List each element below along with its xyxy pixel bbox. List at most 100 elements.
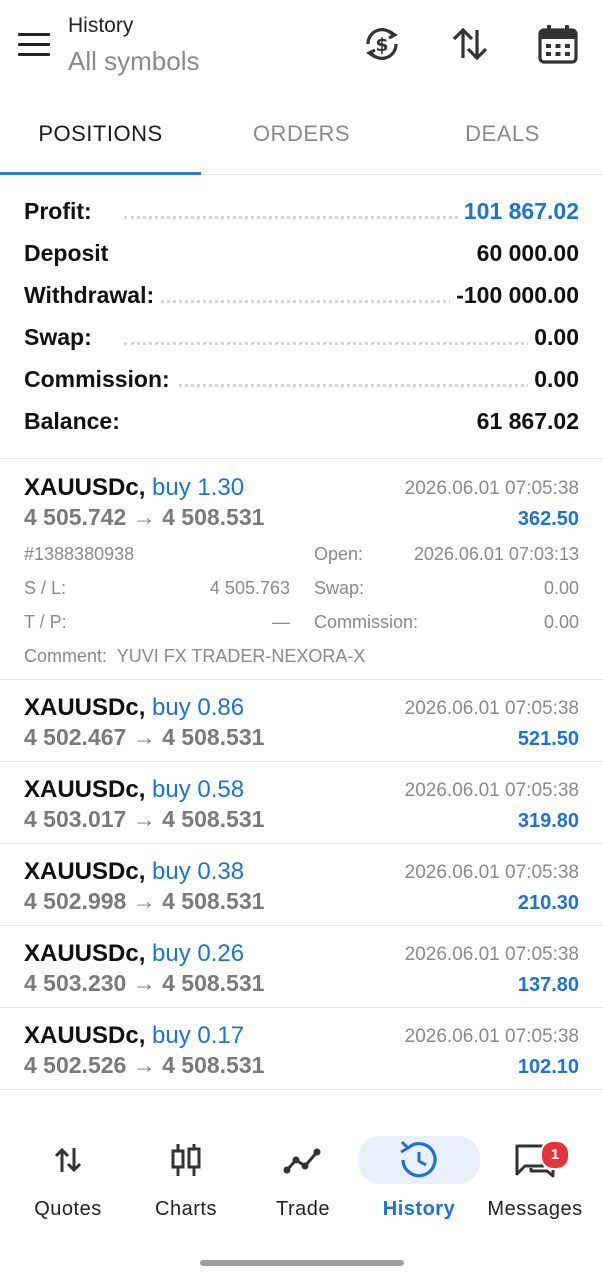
nav-charts[interactable]: Charts <box>127 1128 245 1228</box>
comment-label: Comment: <box>24 646 108 666</box>
summary-row-deposit: Deposit 60 000.00 <box>24 232 579 274</box>
summary-row-swap: Swap: 0.00 <box>24 316 579 358</box>
summary-value: 101 867.02 <box>457 198 579 225</box>
bottom-navigation: Quotes Charts Trade History 1 Messages <box>0 1128 603 1238</box>
calendar-icon[interactable] <box>536 22 580 66</box>
arrow-right-icon: → <box>132 1052 156 1078</box>
comment-value: YUVI FX TRADER-NEXORA-X <box>116 646 366 666</box>
deal-prices: 4 503.017 → 4 508.531 <box>24 806 264 833</box>
summary-label: Commission: <box>24 366 176 393</box>
deal-symbol: XAUUSDc, <box>24 940 146 967</box>
open-label: Open: <box>314 544 364 564</box>
deal-side: buy 0.58 <box>152 776 245 803</box>
currency-refresh-icon[interactable]: $ <box>360 22 404 66</box>
nav-history[interactable]: History <box>358 1128 480 1228</box>
position-item-expanded[interactable]: XAUUSDc, buy 1.30 2026.06.01 07:05:38 4 … <box>0 460 603 680</box>
swap-value: 0.00 <box>543 578 579 598</box>
arrow-right-icon: → <box>132 504 156 530</box>
summary-value: 0.00 <box>528 324 579 351</box>
summary-label: Deposit <box>24 240 115 267</box>
candlestick-icon <box>156 1138 216 1182</box>
deal-symbol-line: XAUUSDc, buy 0.86 <box>24 694 244 722</box>
deal-prices: 4 503.230 → 4 508.531 <box>24 970 264 997</box>
summary-row-profit: Profit: 101 867.02 <box>24 190 579 232</box>
deal-profit: 319.80 <box>517 810 579 832</box>
tab-deals[interactable]: DEALS <box>402 106 603 172</box>
nav-messages[interactable]: 1 Messages <box>476 1128 594 1228</box>
deal-symbol-line: XAUUSDc, buy 1.30 <box>24 474 244 502</box>
deal-time: 2026.06.01 07:05:38 <box>404 862 579 883</box>
deal-profit: 102.10 <box>517 1056 579 1078</box>
nav-trade[interactable]: Trade <box>244 1128 362 1228</box>
swap-label: Swap: <box>314 578 365 598</box>
open-price: 4 502.467 <box>24 724 127 750</box>
summary-value: -100 000.00 <box>450 282 579 309</box>
deal-side: buy 0.38 <box>152 858 245 885</box>
close-price: 4 508.531 <box>162 806 265 832</box>
deal-profit: 137.80 <box>517 974 579 996</box>
summary-label: Withdrawal: <box>24 282 161 309</box>
sl-value: 4 505.763 <box>209 578 290 598</box>
commission-label: Commission: <box>314 612 419 632</box>
position-item[interactable]: XAUUSDc, buy 0.26 2026.06.01 07:05:38 4 … <box>0 926 603 1008</box>
sort-icon[interactable] <box>448 22 492 66</box>
deal-profit: 521.50 <box>517 728 579 750</box>
deal-prices: 4 505.742 → 4 508.531 <box>24 504 264 531</box>
account-summary: Profit: 101 867.02 Deposit 60 000.00 Wit… <box>0 186 603 459</box>
svg-text:$: $ <box>375 34 388 56</box>
open-price: 4 505.742 <box>24 504 127 530</box>
summary-row-withdrawal: Withdrawal: -100 000.00 <box>24 274 579 316</box>
nav-label: History <box>382 1198 456 1220</box>
symbol-filter[interactable]: All symbols <box>68 46 199 77</box>
deal-time: 2026.06.01 07:05:38 <box>404 698 579 719</box>
deal-time: 2026.06.01 07:05:38 <box>404 478 579 499</box>
hamburger-menu-icon[interactable] <box>18 33 50 57</box>
active-tab-indicator <box>0 172 201 175</box>
summary-label: Profit: <box>24 198 98 225</box>
trade-line-icon <box>273 1138 333 1182</box>
summary-value: 60 000.00 <box>470 240 579 267</box>
deal-side: buy 0.86 <box>152 694 245 721</box>
nav-label: Trade <box>275 1198 330 1220</box>
ticket-number: #1388380938 <box>24 544 135 564</box>
app-header: History All symbols $ <box>0 0 603 96</box>
deal-prices: 4 502.526 → 4 508.531 <box>24 1052 264 1079</box>
position-item[interactable]: XAUUSDc, buy 0.58 2026.06.01 07:05:38 4 … <box>0 762 603 844</box>
deal-side: buy 0.26 <box>152 940 245 967</box>
open-price: 4 503.017 <box>24 806 127 832</box>
deal-symbol: XAUUSDc, <box>24 474 146 501</box>
open-time: 2026.06.01 07:03:13 <box>413 544 579 564</box>
home-indicator[interactable] <box>200 1260 404 1266</box>
deal-profit: 362.50 <box>517 508 579 530</box>
summary-row-commission: Commission: 0.00 <box>24 358 579 400</box>
deal-prices: 4 502.998 → 4 508.531 <box>24 888 264 915</box>
tab-positions[interactable]: POSITIONS <box>0 106 201 172</box>
deal-side: buy 1.30 <box>152 474 245 501</box>
deal-time: 2026.06.01 07:05:38 <box>404 944 579 965</box>
summary-label: Balance: <box>24 408 126 435</box>
arrow-right-icon: → <box>132 724 156 750</box>
arrow-right-icon: → <box>132 970 156 996</box>
comment-line: Comment: YUVI FX TRADER-NEXORA-X <box>24 646 365 667</box>
deal-prices: 4 502.467 → 4 508.531 <box>24 724 264 751</box>
summary-value: 0.00 <box>528 366 579 393</box>
position-item[interactable]: XAUUSDc, buy 0.86 2026.06.01 07:05:38 4 … <box>0 680 603 762</box>
summary-value: 61 867.02 <box>470 408 579 435</box>
nav-label: Quotes <box>34 1198 102 1220</box>
close-price: 4 508.531 <box>162 888 265 914</box>
deal-symbol: XAUUSDc, <box>24 1022 146 1049</box>
close-price: 4 508.531 <box>162 1052 265 1078</box>
position-item[interactable]: XAUUSDc, buy 0.17 2026.06.01 07:05:38 4 … <box>0 1008 603 1090</box>
position-item[interactable]: XAUUSDc, buy 0.38 2026.06.01 07:05:38 4 … <box>0 844 603 926</box>
close-price: 4 508.531 <box>162 724 265 750</box>
sl-label: S / L: <box>24 578 67 598</box>
deal-profit: 210.30 <box>517 892 579 914</box>
deal-symbol: XAUUSDc, <box>24 776 146 803</box>
nav-quotes[interactable]: Quotes <box>9 1128 127 1228</box>
commission-value: 0.00 <box>543 612 579 632</box>
tab-orders[interactable]: ORDERS <box>201 106 402 172</box>
deal-time: 2026.06.01 07:05:38 <box>404 780 579 801</box>
close-price: 4 508.531 <box>162 970 265 996</box>
deal-symbol-line: XAUUSDc, buy 0.58 <box>24 776 244 804</box>
deal-symbol-line: XAUUSDc, buy 0.17 <box>24 1022 244 1050</box>
